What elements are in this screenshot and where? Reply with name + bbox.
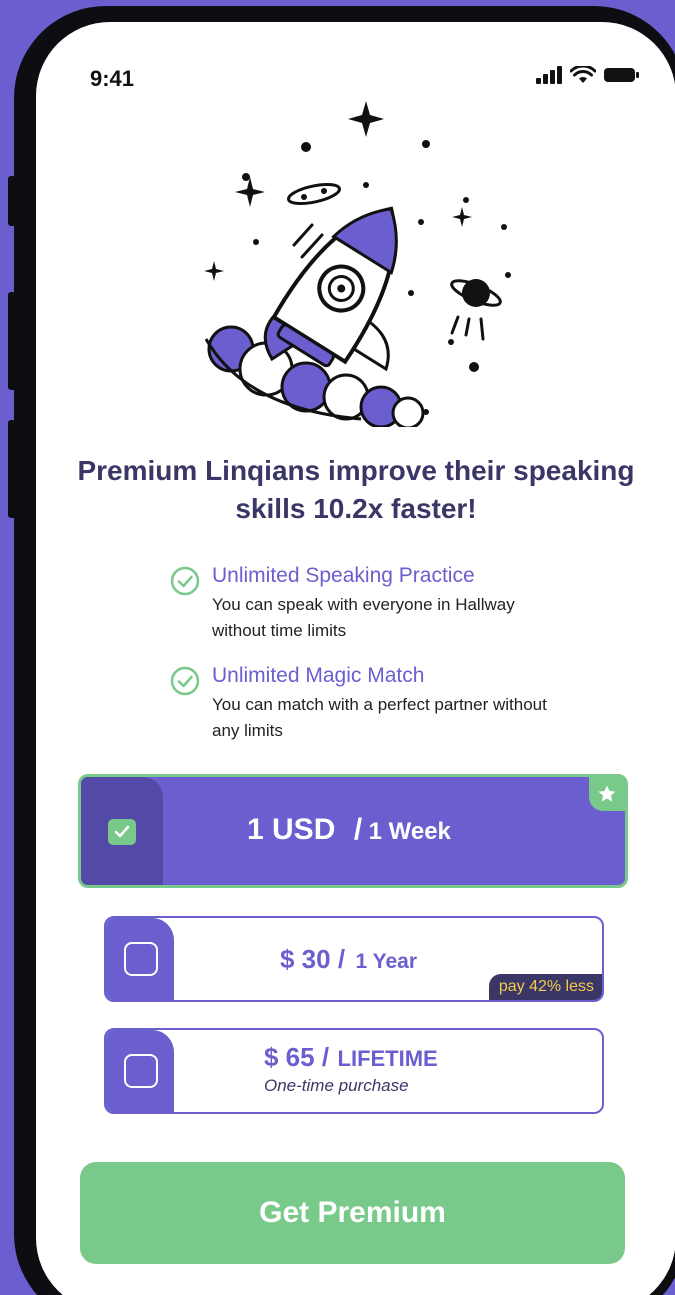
plan-period: LIFETIME xyxy=(337,1046,438,1071)
check-circle-icon xyxy=(170,666,200,696)
feature-title: Unlimited Magic Match xyxy=(212,664,425,687)
status-time: 9:41 xyxy=(90,66,135,91)
plan-price: $ 65 / LIFETIME xyxy=(264,1042,438,1073)
rocket-illustration xyxy=(204,101,511,427)
wifi-icon xyxy=(570,66,596,83)
plan-period: 1 Week xyxy=(368,818,451,845)
plan-amount: $ 30 / xyxy=(280,944,346,974)
price-separator: / xyxy=(353,813,363,846)
star-icon xyxy=(589,777,625,811)
plan-price: 1 USD / 1 Week xyxy=(247,813,451,847)
battery-icon xyxy=(604,68,639,82)
phone-volume-down xyxy=(8,420,20,518)
headline: Premium Linqians improve their speaking … xyxy=(77,455,635,524)
status-icons xyxy=(536,66,640,84)
plan-lifetime[interactable]: $ 65 / LIFETIME One-time purchase xyxy=(104,1028,604,1114)
plan-selector[interactable] xyxy=(106,1030,174,1112)
plan-subtitle: One-time purchase xyxy=(264,1076,409,1095)
plan-weekly[interactable]: 1 USD / 1 Week xyxy=(78,774,628,888)
checkbox-checked-icon[interactable] xyxy=(108,819,136,845)
plan-period: 1 Year xyxy=(355,950,418,973)
cellular-signal-icon xyxy=(536,66,562,84)
plan-selector[interactable] xyxy=(106,918,174,1000)
plan-amount: $ 65 / xyxy=(264,1042,330,1072)
checkbox-unchecked-icon[interactable] xyxy=(124,1054,158,1088)
check-circle-icon xyxy=(170,566,200,596)
phone-volume-up xyxy=(8,292,20,390)
checkbox-unchecked-icon[interactable] xyxy=(124,942,158,976)
feature-description: You can speak with everyone in Hallway w… xyxy=(212,595,515,640)
plan-price: $ 30 / 1 Year xyxy=(280,944,417,975)
feature-description: You can match with a perfect partner wit… xyxy=(212,695,547,740)
get-premium-button[interactable]: Get Premium xyxy=(80,1162,625,1264)
feature-title: Unlimited Speaking Practice xyxy=(212,564,475,587)
discount-badge: pay 42% less xyxy=(488,974,602,1000)
plan-selector[interactable] xyxy=(81,777,163,885)
plan-yearly[interactable]: $ 30 / 1 Year pay 42% less xyxy=(104,916,604,1002)
app-screen: 9:41 Premium Linqians improve their spea… xyxy=(36,22,675,1295)
phone-mute-switch xyxy=(8,176,20,226)
plan-amount: 1 USD xyxy=(247,813,336,846)
